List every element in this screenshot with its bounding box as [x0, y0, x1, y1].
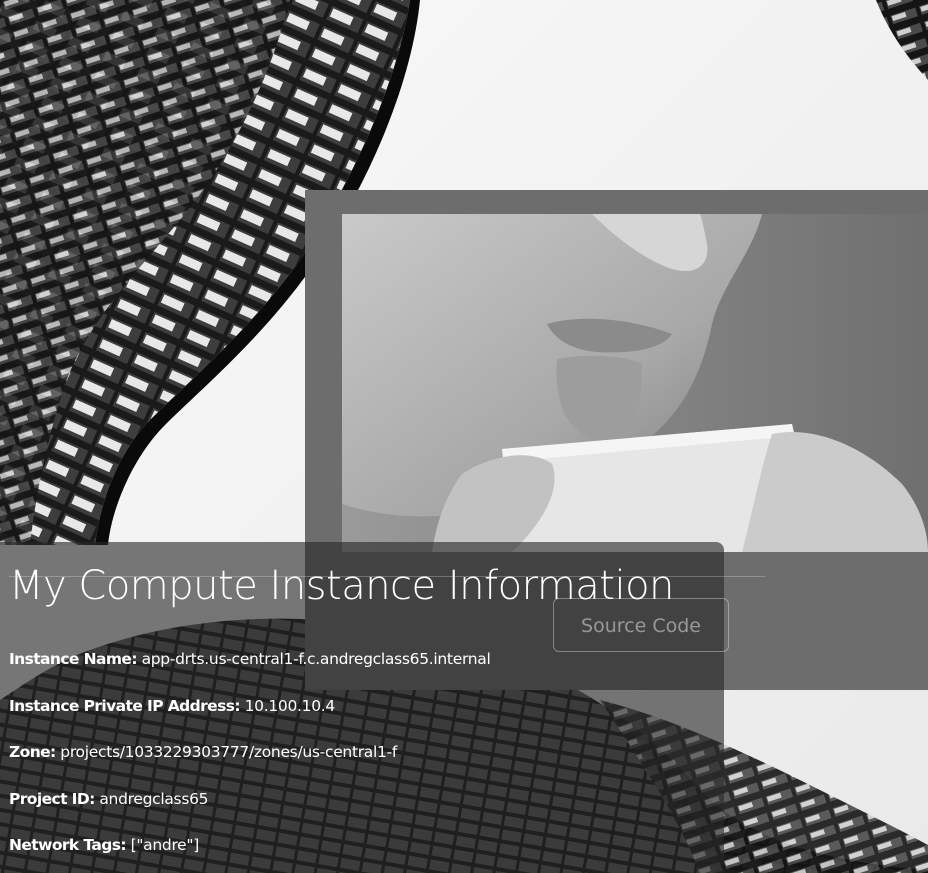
- network-tags-row: Network Tags: ["andre"]: [9, 836, 199, 854]
- instance-ip-label: Instance Private IP Address:: [9, 697, 241, 715]
- instance-ip-value: 10.100.10.4: [244, 697, 336, 715]
- instance-name-value: app-drts.us-central1-f.c.andregclass65.i…: [141, 650, 491, 668]
- zone-label: Zone:: [9, 743, 56, 761]
- photo-image: [342, 214, 928, 552]
- instance-ip-row: Instance Private IP Address: 10.100.10.4: [9, 697, 335, 715]
- instance-name-row: Instance Name: app-drts.us-central1-f.c.…: [9, 650, 491, 668]
- project-id-row: Project ID: andregclass65: [9, 790, 209, 808]
- zone-value: projects/1033229303777/zones/us-central1…: [60, 743, 398, 761]
- page: My Compute Instance Information Source C…: [0, 0, 928, 873]
- network-tags-value: ["andre"]: [130, 836, 200, 854]
- source-code-button[interactable]: Source Code: [553, 598, 729, 652]
- project-id-value: andregclass65: [99, 790, 209, 808]
- network-tags-label: Network Tags:: [9, 836, 127, 854]
- photo-illustration: [342, 214, 928, 552]
- project-id-label: Project ID:: [9, 790, 95, 808]
- zone-row: Zone: projects/1033229303777/zones/us-ce…: [9, 743, 397, 761]
- instance-name-label: Instance Name:: [9, 650, 138, 668]
